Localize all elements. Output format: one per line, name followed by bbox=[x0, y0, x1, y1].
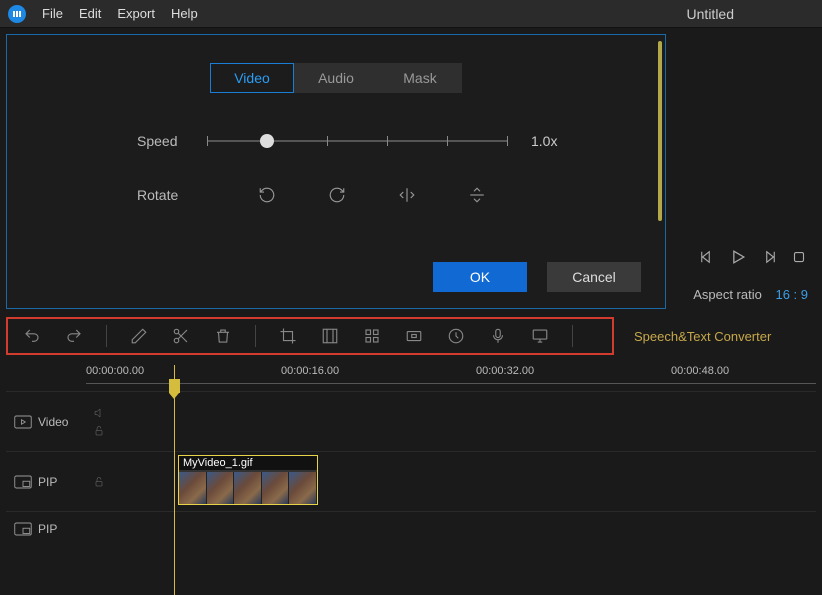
ruler-tick-0: 00:00:00.00 bbox=[86, 365, 144, 377]
speed-value: 1.0x bbox=[531, 133, 557, 149]
app-logo bbox=[8, 5, 26, 23]
timeline-tracks: Video PIP MyVideo_1.gif PIP bbox=[6, 391, 816, 545]
tab-mask[interactable]: Mask bbox=[378, 63, 462, 93]
timeline-clip[interactable]: MyVideo_1.gif bbox=[178, 455, 318, 505]
lock-icon[interactable] bbox=[93, 425, 105, 437]
timeline-ruler[interactable]: 00:00:00.00 00:00:16.00 00:00:32.00 00:0… bbox=[86, 365, 816, 391]
speed-slider[interactable] bbox=[207, 131, 507, 151]
preview-panel: Aspect ratio 16 : 9 bbox=[666, 28, 822, 308]
track-pip-1[interactable]: PIP MyVideo_1.gif bbox=[6, 451, 816, 511]
speech-text-converter-link[interactable]: Speech&Text Converter bbox=[634, 329, 771, 344]
split-icon[interactable] bbox=[171, 326, 191, 346]
menubar: File Edit Export Help Untitled bbox=[0, 0, 822, 28]
redo-icon[interactable] bbox=[64, 326, 84, 346]
timeline-toolbar bbox=[6, 317, 614, 355]
clip-properties-panel: Video Audio Mask Speed 1.0x Rotate bbox=[6, 34, 666, 309]
dialog-tabs: Video Audio Mask bbox=[27, 63, 645, 93]
tab-video[interactable]: Video bbox=[210, 63, 294, 93]
clip-filename: MyVideo_1.gif bbox=[179, 456, 317, 470]
playhead[interactable] bbox=[174, 365, 175, 595]
speed-label: Speed bbox=[137, 133, 207, 149]
mosaic-icon[interactable] bbox=[320, 326, 340, 346]
aspect-ratio-value[interactable]: 16 : 9 bbox=[775, 287, 808, 302]
freeze-frame-icon[interactable] bbox=[404, 326, 424, 346]
document-title: Untitled bbox=[687, 6, 734, 22]
crop-icon[interactable] bbox=[278, 326, 298, 346]
duration-icon[interactable] bbox=[446, 326, 466, 346]
rotate-cw-icon[interactable] bbox=[327, 185, 347, 205]
tab-audio[interactable]: Audio bbox=[294, 63, 378, 93]
undo-icon[interactable] bbox=[22, 326, 42, 346]
menu-edit[interactable]: Edit bbox=[79, 6, 101, 21]
voiceover-icon[interactable] bbox=[488, 326, 508, 346]
speed-row: Speed 1.0x bbox=[27, 131, 645, 151]
rotate-row: Rotate bbox=[27, 185, 645, 205]
flip-horizontal-icon[interactable] bbox=[397, 185, 417, 205]
stop-button[interactable] bbox=[790, 248, 808, 269]
menu-help[interactable]: Help bbox=[171, 6, 198, 21]
track-pip1-label: PIP bbox=[38, 475, 57, 489]
rotate-label: Rotate bbox=[137, 187, 207, 203]
next-frame-button[interactable] bbox=[760, 248, 778, 269]
delete-icon[interactable] bbox=[213, 326, 233, 346]
mute-icon[interactable] bbox=[93, 407, 105, 419]
ok-button[interactable]: OK bbox=[433, 262, 527, 292]
grid-icon[interactable] bbox=[362, 326, 382, 346]
aspect-ratio-row: Aspect ratio 16 : 9 bbox=[693, 287, 808, 302]
track-pip-2[interactable]: PIP bbox=[6, 511, 816, 545]
flip-vertical-icon[interactable] bbox=[467, 185, 487, 205]
speed-slider-thumb[interactable] bbox=[260, 134, 274, 148]
lock-icon[interactable] bbox=[93, 476, 105, 488]
ruler-tick-1: 00:00:16.00 bbox=[281, 365, 339, 377]
panel-scrollbar[interactable] bbox=[658, 41, 662, 221]
aspect-ratio-label: Aspect ratio bbox=[693, 287, 762, 302]
track-video[interactable]: Video bbox=[6, 391, 816, 451]
play-button[interactable] bbox=[728, 247, 748, 270]
menu-file[interactable]: File bbox=[42, 6, 63, 21]
record-screen-icon[interactable] bbox=[530, 326, 550, 346]
cancel-button[interactable]: Cancel bbox=[547, 262, 641, 292]
track-pip2-label: PIP bbox=[38, 522, 57, 536]
ruler-tick-2: 00:00:32.00 bbox=[476, 365, 534, 377]
menu-export[interactable]: Export bbox=[117, 6, 155, 21]
edit-icon[interactable] bbox=[129, 326, 149, 346]
prev-frame-button[interactable] bbox=[698, 248, 716, 269]
rotate-ccw-icon[interactable] bbox=[257, 185, 277, 205]
ruler-tick-3: 00:00:48.00 bbox=[671, 365, 729, 377]
track-video-label: Video bbox=[38, 415, 68, 429]
playback-controls bbox=[698, 247, 808, 270]
